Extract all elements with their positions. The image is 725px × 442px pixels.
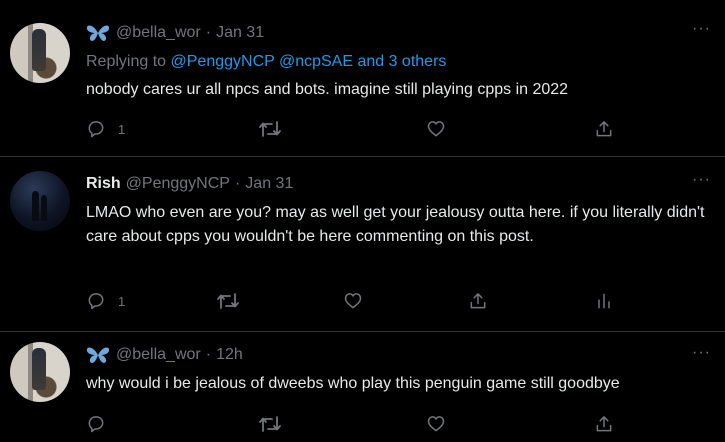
heart-icon (427, 416, 445, 432)
timestamp[interactable]: Jan 31 (216, 24, 264, 42)
retweet-button[interactable] (258, 414, 282, 434)
retweet-button[interactable] (258, 119, 282, 139)
like-button[interactable] (343, 291, 363, 311)
replying-to: Replying to @PenggyNCP @ncpSAE and 3 oth… (86, 53, 446, 71)
share-icon (596, 416, 612, 432)
like-button[interactable] (426, 414, 446, 434)
handle[interactable]: @bella_wor (116, 24, 201, 42)
retweet-button[interactable] (216, 291, 240, 311)
reply-button[interactable]: 1 (86, 119, 125, 139)
heart-icon (344, 293, 362, 309)
tweet-text: LMAO who even are you? may as well get y… (86, 204, 705, 245)
reply-button[interactable]: 1 (86, 291, 125, 311)
more-options-icon[interactable]: ··· (692, 171, 711, 189)
more-options-icon[interactable]: ··· (692, 344, 711, 362)
timestamp[interactable]: 12h (216, 346, 243, 364)
reply-count: 1 (118, 293, 126, 309)
reply-mentions-link[interactable]: @PenggyNCP @ncpSAE and 3 others (171, 53, 447, 70)
share-button[interactable] (468, 291, 488, 311)
reply-icon (88, 121, 104, 138)
separator: · (234, 175, 241, 192)
butterfly-icon (86, 346, 110, 364)
tweet-3[interactable]: @bella_wor · 12h ··· why would i be jeal… (0, 332, 725, 442)
tweet-2[interactable]: Rish @PenggyNCP · Jan 31 ··· LMAO who ev… (0, 157, 725, 331)
handle[interactable]: @PenggyNCP (126, 175, 230, 193)
reply-icon (88, 416, 104, 433)
reply-count: 1 (118, 121, 126, 137)
tweet-actions (86, 414, 646, 436)
butterfly-icon (86, 24, 110, 42)
tweet-1[interactable]: @bella_wor · Jan 31 ··· Replying to @Pen… (0, 0, 725, 156)
like-button[interactable] (426, 119, 446, 139)
avatar[interactable] (10, 342, 70, 402)
share-icon (596, 121, 612, 137)
timestamp[interactable]: Jan 31 (245, 175, 293, 193)
separator: · (205, 24, 212, 41)
reply-icon (88, 293, 104, 310)
more-options-icon[interactable]: ··· (692, 20, 711, 38)
reply-button[interactable] (86, 414, 106, 434)
handle[interactable]: @bella_wor (116, 346, 201, 364)
tweet-text: nobody cares ur all npcs and bots. imagi… (86, 81, 569, 98)
separator: · (205, 346, 212, 363)
share-button[interactable] (594, 119, 614, 139)
tweet-header: @bella_wor · Jan 31 (86, 24, 264, 42)
tweet-header: @bella_wor · 12h (86, 346, 243, 364)
display-name[interactable]: Rish (86, 175, 121, 193)
avatar[interactable] (10, 23, 70, 83)
analytics-button[interactable] (594, 291, 614, 311)
replying-label: Replying to (86, 53, 171, 70)
tweet-actions: 1 (86, 119, 646, 141)
heart-icon (427, 121, 445, 137)
tweet-actions: 1 (86, 291, 725, 313)
analytics-icon (598, 293, 610, 309)
avatar[interactable] (10, 171, 70, 231)
share-button[interactable] (594, 414, 614, 434)
retweet-icon (259, 416, 281, 432)
tweet-text: why would i be jealous of dweebs who pla… (86, 375, 620, 392)
retweet-icon (217, 293, 239, 309)
share-icon (470, 293, 486, 309)
tweet-header: Rish @PenggyNCP · Jan 31 (86, 175, 293, 193)
retweet-icon (259, 121, 281, 137)
